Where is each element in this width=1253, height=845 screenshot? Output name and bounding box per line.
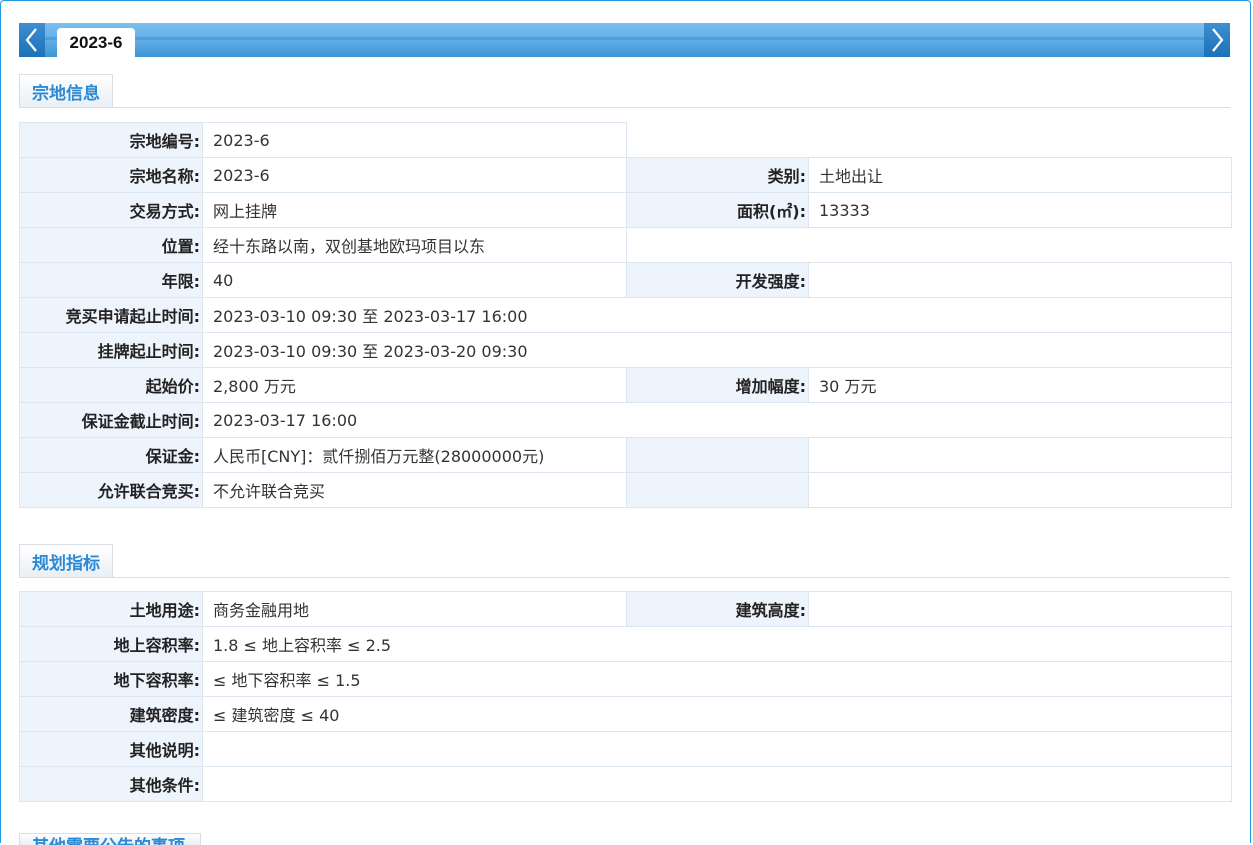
label-deposit: 保证金: [19,437,203,473]
table-row: 宗地名称: 2023-6 类别: 土地出让 [19,157,1232,193]
label-building-density: 建筑密度: [19,696,203,732]
label-below-far: 地下容积率: [19,661,203,697]
planning-table: 土地用途: 商务金融用地 建筑高度: 地上容积率: 1.8 ≤ 地上容积率 ≤ … [19,591,1232,802]
value-empty [808,437,1232,473]
prev-arrow-button[interactable] [19,23,45,57]
value-other-notes [202,731,1232,767]
parcel-info-table: 宗地编号: 2023-6 宗地名称: 2023-6 类别: 土地出让 交易方式:… [19,122,1232,508]
label-category: 类别: [626,157,809,193]
value-category: 土地出让 [808,157,1232,193]
label-increment: 增加幅度: [626,367,809,403]
value-area: 13333 [808,192,1232,228]
table-row: 其他条件: [19,766,1232,802]
value-deposit: 人民币[CNY]：贰仟捌佰万元整(28000000元) [202,437,627,473]
value-increment: 30 万元 [808,367,1232,403]
value-land-use: 商务金融用地 [202,591,627,627]
table-row: 竞买申请起止时间: 2023-03-10 09:30 至 2023-03-17 … [19,297,1232,333]
table-row: 允许联合竞买: 不允许联合竞买 [19,472,1232,508]
section-title-planning: 规划指标 [19,544,113,577]
table-row: 交易方式: 网上挂牌 面积(㎡): 13333 [19,192,1232,228]
tab-parcel[interactable]: 2023-6 [57,28,135,57]
chevron-right-icon [1212,28,1224,52]
label-deposit-deadline: 保证金截止时间: [19,402,203,438]
table-row: 建筑密度: ≤ 建筑密度 ≤ 40 [19,696,1232,732]
label-parcel-name: 宗地名称: [19,157,203,193]
table-row: 地上容积率: 1.8 ≤ 地上容积率 ≤ 2.5 [19,626,1232,662]
table-row: 地下容积率: ≤ 地下容积率 ≤ 1.5 [19,661,1232,697]
value-other-conditions [202,766,1232,802]
value-listing-period: 2023-03-10 09:30 至 2023-03-20 09:30 [202,332,1232,368]
label-bid-apply-period: 竞买申请起止时间: [19,297,203,333]
table-row: 其他说明: [19,731,1232,767]
table-row: 宗地编号: 2023-6 [19,122,1232,158]
next-arrow-button[interactable] [1204,23,1230,57]
label-starting-price: 起始价: [19,367,203,403]
label-parcel-number: 宗地编号: [19,122,203,158]
table-row: 保证金截止时间: 2023-03-17 16:00 [19,402,1232,438]
label-other-notes: 其他说明: [19,731,203,767]
value-parcel-number: 2023-6 [202,122,627,158]
table-row: 位置: 经十东路以南，双创基地欧玛项目以东 [19,227,1232,263]
label-listing-period: 挂牌起止时间: [19,332,203,368]
value-term: 40 [202,262,627,298]
empty-cell [626,227,1232,263]
table-row: 挂牌起止时间: 2023-03-10 09:30 至 2023-03-20 09… [19,332,1232,368]
label-empty [626,437,809,473]
section-title-other: 其他需要公告的事项 [19,833,201,845]
value-location: 经十东路以南，双创基地欧玛项目以东 [202,227,627,263]
section-divider [19,577,1230,578]
label-land-use: 土地用途: [19,591,203,627]
value-empty [808,472,1232,508]
section-divider [19,107,1230,108]
label-area: 面积(㎡): [626,192,809,228]
table-row: 起始价: 2,800 万元 增加幅度: 30 万元 [19,367,1232,403]
chevron-left-icon [25,28,37,52]
label-other-conditions: 其他条件: [19,766,203,802]
label-term: 年限: [19,262,203,298]
table-row: 土地用途: 商务金融用地 建筑高度: [19,591,1232,627]
label-dev-intensity: 开发强度: [626,262,809,298]
value-above-far: 1.8 ≤ 地上容积率 ≤ 2.5 [202,626,1232,662]
value-deposit-deadline: 2023-03-17 16:00 [202,402,1232,438]
section-title-parcel-info: 宗地信息 [19,74,113,107]
value-trade-method: 网上挂牌 [202,192,627,228]
label-empty [626,472,809,508]
table-row: 保证金: 人民币[CNY]：贰仟捌佰万元整(28000000元) [19,437,1232,473]
value-joint-bidding: 不允许联合竞买 [202,472,627,508]
label-location: 位置: [19,227,203,263]
label-above-far: 地上容积率: [19,626,203,662]
table-row: 年限: 40 开发强度: [19,262,1232,298]
value-building-density: ≤ 建筑密度 ≤ 40 [202,696,1232,732]
value-dev-intensity [808,262,1232,298]
tab-bar: 2023-6 [19,23,1230,57]
label-trade-method: 交易方式: [19,192,203,228]
empty-cell [626,122,1232,158]
value-starting-price: 2,800 万元 [202,367,627,403]
value-building-height [808,591,1232,627]
value-bid-apply-period: 2023-03-10 09:30 至 2023-03-17 16:00 [202,297,1232,333]
label-building-height: 建筑高度: [626,591,809,627]
label-joint-bidding: 允许联合竞买: [19,472,203,508]
value-below-far: ≤ 地下容积率 ≤ 1.5 [202,661,1232,697]
value-parcel-name: 2023-6 [202,157,627,193]
